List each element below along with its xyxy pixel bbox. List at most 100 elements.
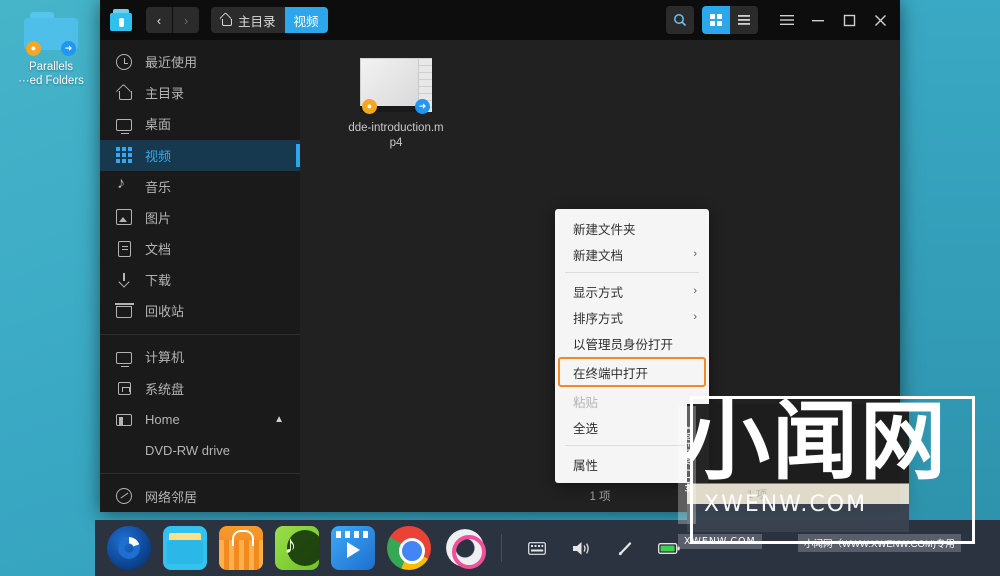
breadcrumb-item-home[interactable]: 主目录 bbox=[211, 7, 285, 33]
sidebar-divider bbox=[100, 333, 300, 335]
menu-item-label: 属性 bbox=[573, 458, 599, 473]
sidebar-item-computer[interactable]: 计算机 bbox=[100, 341, 300, 372]
sidebar-item-trash[interactable]: 回收站 bbox=[100, 295, 300, 326]
dock-item-video-player[interactable] bbox=[331, 526, 375, 570]
dock-item-launcher[interactable] bbox=[107, 526, 151, 570]
sidebar-item-label: 桌面 bbox=[145, 117, 172, 133]
menu-item-paste: 粘贴 bbox=[555, 388, 709, 414]
minimize-icon[interactable] bbox=[804, 6, 832, 34]
sidebar-item-home-drive[interactable]: Home ▲ bbox=[100, 404, 300, 435]
menu-item-label: 新建文件夹 bbox=[573, 222, 636, 237]
chevron-right-icon: › bbox=[693, 285, 697, 297]
menu-item-select-all[interactable]: 全选 bbox=[555, 414, 709, 440]
list-view-icon[interactable] bbox=[730, 6, 758, 34]
dock-item-app-store[interactable] bbox=[219, 526, 263, 570]
navigation-buttons: ‹ › bbox=[146, 7, 199, 33]
breadcrumb-item-videos[interactable]: 视频 bbox=[284, 7, 328, 33]
video-thumbnail: ● ➜ bbox=[360, 58, 432, 114]
close-icon[interactable] bbox=[866, 6, 894, 34]
file-manager-window: ‹ › 主目录 视频 最近使用 主目录 桌面 视频 ♪ 音乐 图片 文档 下载 … bbox=[100, 0, 900, 512]
sidebar-item-desktop[interactable]: 桌面 bbox=[100, 108, 300, 139]
breadcrumb: 主目录 视频 bbox=[211, 7, 328, 33]
keyboard-icon[interactable] bbox=[520, 531, 554, 565]
sidebar-item-label: 音乐 bbox=[145, 179, 172, 195]
dock-item-chrome[interactable] bbox=[387, 526, 431, 570]
sidebar-item-documents[interactable]: 文档 bbox=[100, 233, 300, 264]
monitor-icon bbox=[116, 116, 132, 134]
dock-item-music-player[interactable] bbox=[275, 526, 319, 570]
sidebar-item-music[interactable]: 音乐 bbox=[100, 171, 300, 202]
menu-item-new-folder[interactable]: 新建文件夹 bbox=[555, 215, 709, 241]
eject-icon[interactable]: ▲ bbox=[274, 414, 284, 425]
menu-item-new-document[interactable]: 新建文档 › bbox=[555, 241, 709, 267]
sidebar-item-system-disk[interactable]: 系统盘 bbox=[100, 373, 300, 404]
dock-item-settings[interactable] bbox=[443, 526, 487, 570]
item-count-label: 1 项 bbox=[589, 491, 611, 503]
document-icon bbox=[116, 240, 132, 257]
window-body: 最近使用 主目录 桌面 视频 音乐 图片 bbox=[100, 40, 900, 512]
volume-icon[interactable] bbox=[564, 531, 598, 565]
maximize-icon[interactable] bbox=[835, 6, 863, 34]
sidebar: 最近使用 主目录 桌面 视频 音乐 图片 bbox=[100, 40, 300, 512]
forward-button[interactable]: › bbox=[173, 7, 199, 33]
video-grid-icon bbox=[116, 147, 132, 164]
folder-drive-icon bbox=[116, 411, 132, 427]
menu-item-properties[interactable]: 属性 bbox=[555, 451, 709, 477]
menu-item-open-in-terminal[interactable]: 在终端中打开 bbox=[558, 357, 706, 387]
desktop-icon-parallels-shared-folders[interactable]: ● ➜ Parallels ···ed Folders bbox=[14, 12, 88, 88]
menu-item-open-as-admin[interactable]: 以管理员身份打开 bbox=[555, 330, 709, 356]
chevron-right-icon: › bbox=[693, 311, 697, 323]
menu-item-label: 全选 bbox=[573, 421, 599, 436]
sidebar-divider bbox=[100, 473, 300, 474]
share-icon: ➜ bbox=[61, 41, 76, 56]
sidebar-item-downloads[interactable]: 下载 bbox=[100, 264, 300, 295]
chevron-right-icon: › bbox=[693, 248, 697, 260]
download-icon bbox=[116, 272, 132, 288]
context-menu: 新建文件夹 新建文档 › 显示方式 › 排序方式 › 以管理员身份打开 在终端中… bbox=[555, 209, 709, 483]
menu-item-label: 粘贴 bbox=[573, 395, 599, 410]
file-manager-icon bbox=[110, 9, 132, 31]
hamburger-menu-icon[interactable] bbox=[773, 6, 801, 34]
menu-item-label: 排序方式 bbox=[573, 311, 624, 326]
picture-icon bbox=[116, 209, 132, 226]
menu-item-label: 以管理员身份打开 bbox=[573, 337, 674, 352]
breadcrumb-label: 主目录 bbox=[238, 14, 276, 29]
sidebar-item-pictures[interactable]: 图片 bbox=[100, 202, 300, 233]
share-icon: ➜ bbox=[415, 99, 430, 114]
view-mode-toggle bbox=[702, 6, 758, 34]
dock-item-file-manager[interactable] bbox=[163, 526, 207, 570]
grid-view-icon[interactable] bbox=[702, 6, 730, 34]
menu-item-view-mode[interactable]: 显示方式 › bbox=[555, 278, 709, 304]
sidebar-item-label: 计算机 bbox=[145, 350, 185, 366]
sidebar-item-label: 回收站 bbox=[145, 304, 185, 320]
menu-separator bbox=[565, 272, 699, 273]
search-icon[interactable] bbox=[666, 6, 694, 34]
sidebar-item-dvd-rw-drive[interactable]: DVD-RW drive bbox=[100, 435, 300, 466]
music-note-icon bbox=[116, 175, 132, 194]
file-item-video[interactable]: ● ➜ dde-introduction.mp4 bbox=[348, 58, 444, 151]
menu-item-sort-mode[interactable]: 排序方式 › bbox=[555, 304, 709, 330]
battery-icon[interactable] bbox=[652, 531, 686, 565]
sidebar-item-videos[interactable]: 视频 bbox=[100, 139, 300, 171]
sidebar-item-recent[interactable]: 最近使用 bbox=[100, 46, 300, 77]
lock-icon: ● bbox=[362, 99, 377, 114]
menu-separator bbox=[565, 445, 699, 446]
sidebar-item-label: 网络邻居 bbox=[145, 489, 198, 505]
brightness-icon[interactable] bbox=[608, 531, 642, 565]
sidebar-item-home[interactable]: 主目录 bbox=[100, 77, 300, 108]
back-button[interactable]: ‹ bbox=[146, 7, 172, 33]
menu-item-label: 显示方式 bbox=[573, 285, 624, 300]
dock-divider bbox=[501, 534, 502, 562]
home-icon bbox=[116, 85, 132, 101]
sidebar-item-label: 最近使用 bbox=[145, 55, 198, 71]
breadcrumb-label: 视频 bbox=[293, 14, 319, 29]
sidebar-item-label: 图片 bbox=[145, 210, 172, 226]
folder-icon: ● ➜ bbox=[24, 12, 78, 56]
sidebar-item-network[interactable]: 网络邻居 bbox=[100, 481, 300, 512]
sidebar-item-label: 主目录 bbox=[145, 86, 185, 102]
lock-icon: ● bbox=[26, 41, 41, 56]
network-icon bbox=[116, 488, 132, 505]
home-icon bbox=[219, 11, 233, 27]
computer-icon bbox=[116, 349, 132, 367]
sidebar-item-label: 下载 bbox=[145, 273, 172, 289]
